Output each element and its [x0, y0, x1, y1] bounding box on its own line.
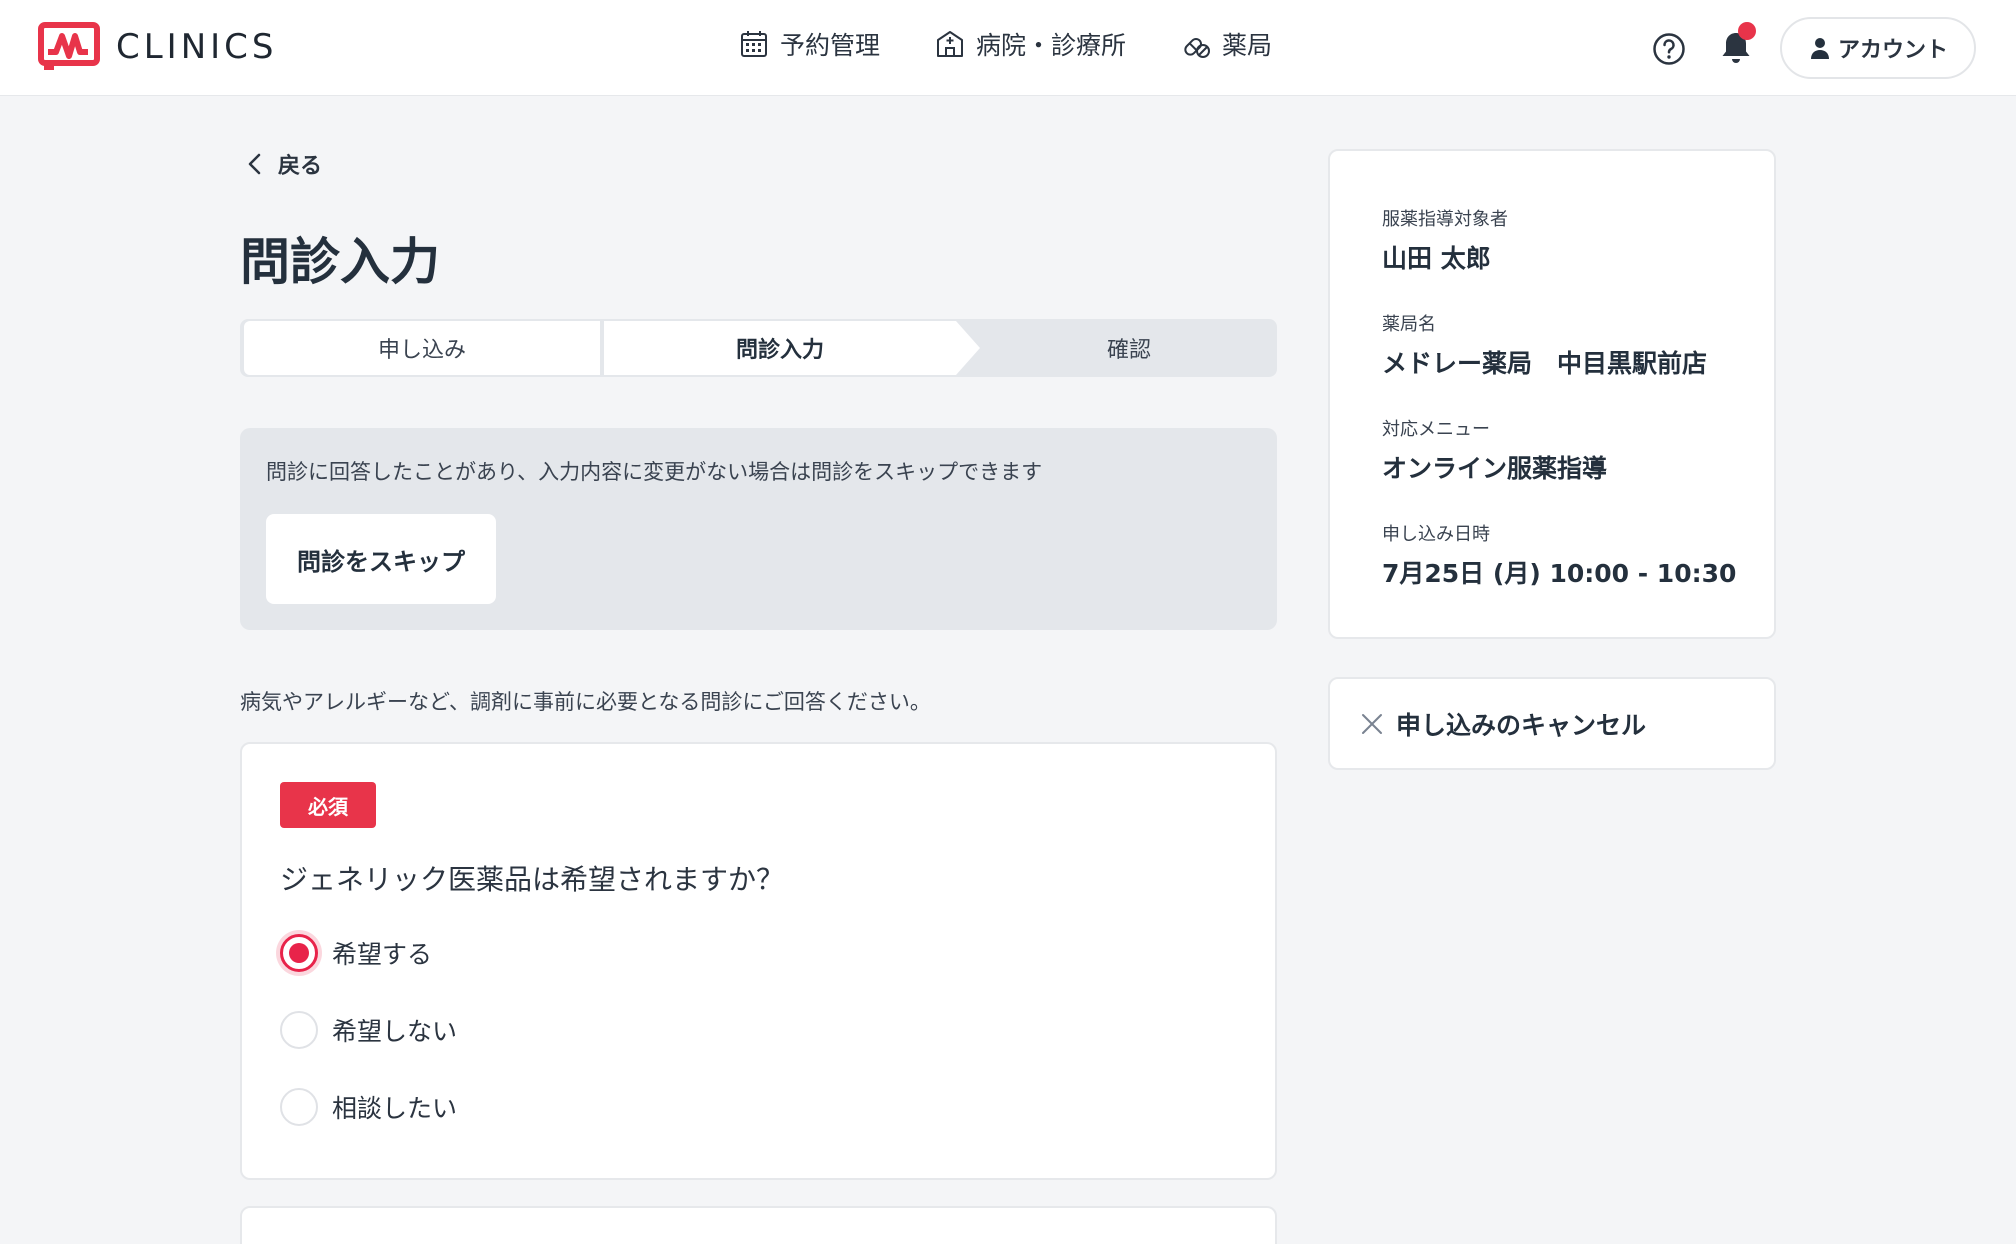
nav-label: 病院・診療所: [976, 31, 1127, 60]
clinics-logo-icon: [38, 22, 100, 70]
skip-message: 問診に回答したことがあり、入力内容に変更がない場合は問診をスキップできます: [266, 460, 1043, 484]
option-not-want[interactable]: 希望しない: [280, 1011, 457, 1049]
main-nav: 予約管理 病院・診療所 薬局: [738, 26, 1326, 62]
nav-item-reservations[interactable]: 予約管理: [738, 26, 880, 62]
nav-label: 予約管理: [780, 31, 881, 60]
questionnaire-intro: 病気やアレルギーなど、調剤に事前に必要となる問診にご回答ください。: [240, 690, 931, 714]
option-label: 希望しない: [332, 1017, 458, 1046]
option-label: 希望する: [332, 940, 433, 969]
progress-stepper: 申し込み 問診入力 確認: [240, 319, 1277, 377]
info-row-datetime: 申し込み日時 7月25日 (月) 10:00 - 10:30: [1382, 520, 1736, 590]
step-questionnaire: 問診入力: [604, 321, 956, 375]
back-link[interactable]: 戻る: [244, 148, 322, 180]
radio-button[interactable]: [280, 1011, 318, 1049]
step-application: 申し込み: [244, 321, 600, 375]
nav-item-pharmacies[interactable]: 薬局: [1180, 26, 1272, 62]
info-label: 対応メニュー: [1382, 419, 1490, 440]
skip-panel: 問診に回答したことがあり、入力内容に変更がない場合は問診をスキップできます 問診…: [240, 428, 1277, 630]
account-button[interactable]: アカウント: [1780, 17, 1976, 79]
back-label: 戻る: [278, 154, 323, 179]
step-confirmation: 確認: [1106, 338, 1151, 363]
notification-badge: [1738, 22, 1756, 40]
page-title: 問診入力: [240, 233, 440, 291]
question-text: ジェネリック医薬品は希望されますか？: [280, 863, 785, 896]
info-label: 服薬指導対象者: [1382, 209, 1508, 230]
reservation-summary-card: 服薬指導対象者 山田 太郎 薬局名 メドレー薬局 中目黒駅前店 対応メニュー オ…: [1328, 149, 1776, 639]
info-value: 山田 太郎: [1382, 244, 1491, 273]
pill-icon: [1184, 38, 1211, 58]
skip-questionnaire-button[interactable]: 問診をスキップ: [266, 514, 496, 604]
step-arrow: [956, 321, 980, 375]
info-row-pharmacy: 薬局名 メドレー薬局 中目黒駅前店: [1382, 310, 1707, 380]
chevron-left-icon: [248, 153, 261, 175]
info-row-patient: 服薬指導対象者 山田 太郎: [1382, 205, 1508, 275]
radio-button-selected[interactable]: [280, 934, 318, 972]
cancel-label: 申し込みのキャンセル: [1396, 710, 1647, 740]
info-value: メドレー薬局 中目黒駅前店: [1382, 349, 1708, 378]
close-icon: [1362, 713, 1382, 734]
help-icon[interactable]: [1652, 32, 1686, 66]
radio-button[interactable]: [280, 1088, 318, 1126]
nav-label: 薬局: [1222, 31, 1273, 60]
top-header: CLINICS 予約管理 病院・診療所 薬局 アカウント: [0, 0, 2016, 96]
info-label: 薬局名: [1382, 314, 1436, 335]
option-label: 相談したい: [332, 1094, 458, 1123]
next-question-card: [240, 1206, 1277, 1244]
account-label: アカウント: [1837, 38, 1948, 63]
info-label: 申し込み日時: [1382, 524, 1490, 545]
option-consult[interactable]: 相談したい: [280, 1088, 457, 1126]
hospital-icon: [937, 31, 964, 57]
info-value: 7月25日 (月) 10:00 - 10:30: [1382, 559, 1737, 588]
option-want[interactable]: 希望する: [280, 934, 432, 972]
question-card: 必須 ジェネリック医薬品は希望されますか？ 希望する 希望しない 相談したい: [240, 742, 1277, 1180]
brand-name: CLINICS: [116, 27, 278, 67]
user-icon: [1810, 38, 1829, 59]
info-row-menu: 対応メニュー オンライン服薬指導: [1382, 415, 1607, 485]
required-badge: 必須: [280, 782, 376, 828]
nav-item-hospitals[interactable]: 病院・診療所: [934, 26, 1126, 62]
info-value: オンライン服薬指導: [1382, 454, 1608, 483]
calendar-icon: [741, 31, 767, 57]
cancel-application-button[interactable]: 申し込みのキャンセル: [1328, 677, 1776, 770]
clinics-logo[interactable]: CLINICS: [38, 22, 278, 72]
